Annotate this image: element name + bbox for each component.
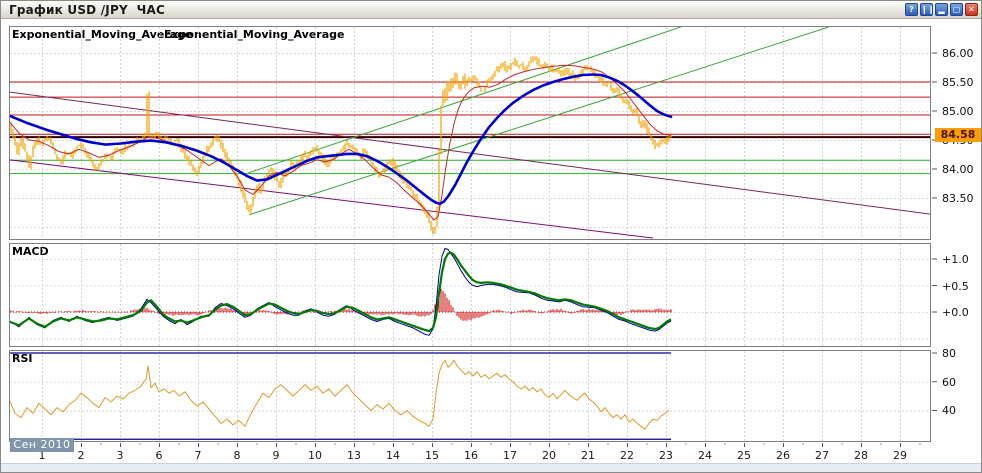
macd-label: MACD [12,245,49,258]
price-tick-label: 84.00 [942,163,974,176]
current-price-badge: 84.58 [935,128,981,142]
titlebar[interactable]: График USD /JPY ЧАС ?❙❙▂▢✕ [1,1,981,19]
rsi-pane[interactable] [9,350,931,442]
day-label: 23 [659,449,673,462]
day-label: 7 [195,449,202,462]
rsi-tick-label: 60 [942,376,956,389]
macd-tick-label: +1.0 [942,253,969,266]
rsi-tick-label: 40 [942,404,956,417]
help-button[interactable]: ? [905,3,918,16]
price-tick-label: 83.50 [942,192,974,205]
day-label: 27 [815,449,829,462]
minimize-button[interactable]: ▂ [935,3,948,16]
bottom-strip [1,463,981,473]
day-label: 14 [386,449,400,462]
day-label: 29 [893,449,907,462]
day-label: 26 [776,449,790,462]
month-badge: Сен 2010 [10,438,74,452]
rsi-label: RSI [12,352,33,365]
day-label: 9 [273,449,280,462]
maximize-button[interactable]: ▢ [950,3,963,16]
macd-tick-label: +0.5 [942,280,969,293]
day-label: 2 [78,449,85,462]
day-label: 28 [854,449,868,462]
day-label: 13 [347,449,361,462]
day-label: 22 [620,449,634,462]
day-label: 20 [542,449,556,462]
day-label: 10 [308,449,322,462]
macd-tick-label: +0.0 [942,306,969,319]
window-title: График USD /JPY ЧАС [9,3,165,17]
day-label: 15 [425,449,439,462]
day-label: 25 [737,449,751,462]
macd-pane[interactable] [9,243,931,347]
day-label: 6 [156,449,163,462]
price-tick-label: 85.00 [942,105,974,118]
day-label: 16 [464,449,478,462]
price-tick-label: 86.00 [942,47,974,60]
rsi-tick-label: 80 [942,347,956,360]
chart-window: График USD /JPY ЧАС ?❙❙▂▢✕ Exponential_M… [0,0,982,473]
day-label: 3 [117,449,124,462]
day-label: 17 [503,449,517,462]
day-label: 24 [698,449,712,462]
price-pane[interactable] [9,26,931,240]
price-tick-label: 85.50 [942,76,974,89]
day-label: 21 [581,449,595,462]
pause-button[interactable]: ❙❙ [920,3,933,16]
day-label: 8 [234,449,241,462]
ema-slow-label: Exponential_Moving_Average [164,28,344,41]
close-button[interactable]: ✕ [965,3,978,16]
